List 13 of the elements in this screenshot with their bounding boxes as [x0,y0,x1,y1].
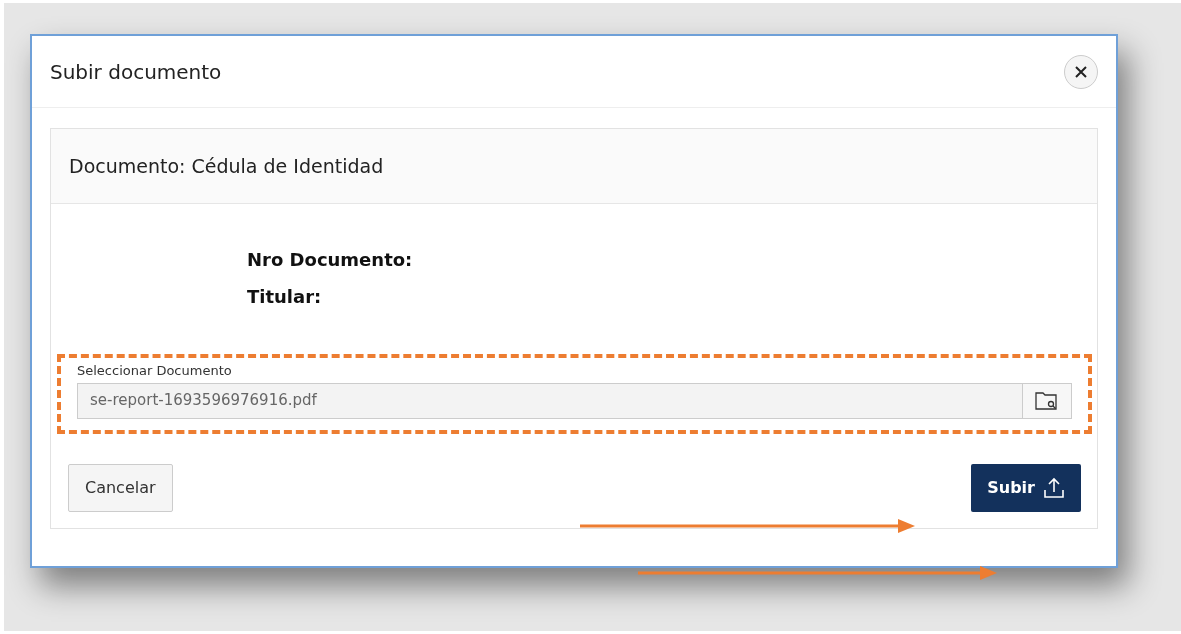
dialog-title: Subir documento [50,58,222,86]
upload-button[interactable]: Subir [971,464,1081,512]
field-label: Titular: [247,285,323,309]
close-button[interactable] [1064,54,1098,89]
file-input-field[interactable]: se-report-1693596976916.pdf [77,382,1022,419]
upload-icon [1043,477,1065,499]
card-title: Documento: Cédula de Identidad [51,129,1097,204]
folder-search-icon [1035,390,1059,411]
browse-button[interactable] [1022,382,1072,419]
field-label: Seleccionar Documento [77,362,233,380]
field-label: Nro Documento: [247,248,414,272]
close-icon [1075,65,1087,78]
cancel-button[interactable]: Cancelar [68,464,173,512]
